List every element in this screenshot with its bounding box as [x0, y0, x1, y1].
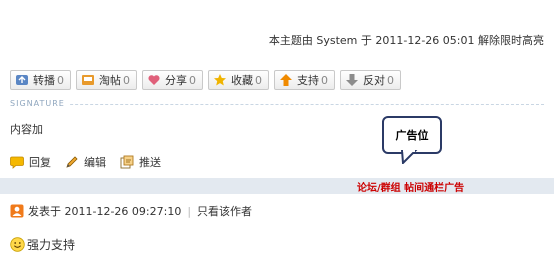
heart-share-icon	[148, 75, 160, 85]
thumb-up-arrow-icon	[280, 74, 292, 86]
broadcast-label: 转播	[33, 74, 55, 87]
banner-ad-link[interactable]: 论坛/群组 帖间通栏广告	[357, 179, 464, 194]
post-action-bar: 转播 0 淘帖 0 分享 0 收藏 0 支持 0 反对 0	[10, 70, 401, 90]
only-author-link[interactable]: 只看该作者	[197, 203, 252, 219]
oppose-button[interactable]: 反对 0	[340, 70, 401, 90]
post-datetime: 2011-12-26 09:27:10	[64, 204, 182, 218]
collect-count: 0	[123, 73, 130, 87]
edit-pencil-icon	[66, 156, 78, 168]
smiley-emoticon-icon	[10, 237, 25, 252]
thumb-down-arrow-icon	[346, 74, 358, 86]
broadcast-icon	[16, 75, 28, 85]
favorite-count: 0	[255, 73, 262, 87]
posted-label: 发表于	[28, 205, 61, 218]
thread-highlight-notice: 本主题由 System 于 2011-12-26 05:01 解除限时高亮	[268, 34, 544, 47]
signature-divider	[10, 104, 544, 105]
share-count: 0	[189, 73, 196, 87]
ad-slot-bubble: 广告位	[382, 116, 442, 154]
signature-label: SIGNATURE	[10, 99, 69, 108]
post-content: 强力支持	[10, 236, 75, 253]
collect-label: 淘帖	[99, 74, 121, 87]
post-tools: 回复 编辑 推送	[10, 154, 161, 170]
collect-button[interactable]: 淘帖 0	[76, 70, 137, 90]
bubble-tail	[400, 150, 418, 164]
broadcast-count: 0	[57, 73, 64, 87]
broadcast-button[interactable]: 转播 0	[10, 70, 71, 90]
star-icon	[214, 74, 226, 86]
edit-label: 编辑	[84, 156, 106, 169]
support-count: 0	[321, 73, 328, 87]
push-label: 推送	[139, 156, 161, 169]
edit-link[interactable]: 编辑	[65, 154, 106, 170]
meta-separator: |	[187, 204, 192, 218]
favorite-button[interactable]: 收藏 0	[208, 70, 269, 90]
reply-bubble-icon	[10, 156, 24, 169]
collect-tray-icon	[82, 75, 94, 85]
post-separator-bar	[0, 178, 554, 194]
oppose-count: 0	[387, 73, 394, 87]
reply-link[interactable]: 回复	[10, 154, 51, 170]
ad-slot-label: 广告位	[395, 129, 429, 142]
push-icon	[120, 155, 134, 169]
signature-content: 内容加	[10, 123, 43, 136]
favorite-label: 收藏	[231, 74, 253, 87]
support-label: 支持	[297, 74, 319, 87]
support-button[interactable]: 支持 0	[274, 70, 335, 90]
share-label: 分享	[165, 74, 187, 87]
post-meta: 发表于 2011-12-26 09:27:10 | 只看该作者	[10, 203, 252, 219]
push-link[interactable]: 推送	[120, 154, 161, 170]
oppose-label: 反对	[363, 74, 385, 87]
post-text: 强力支持	[27, 238, 76, 252]
share-button[interactable]: 分享 0	[142, 70, 203, 90]
reply-label: 回复	[29, 156, 51, 169]
author-online-icon	[10, 204, 24, 218]
